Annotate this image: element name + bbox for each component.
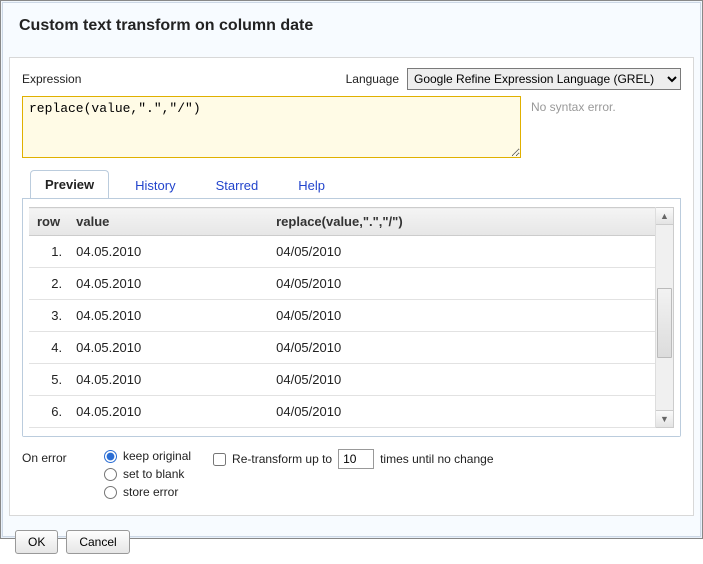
cell-result: 04/05/2010 [268,300,655,332]
table-row: 3. 04.05.2010 04/05/2010 [29,300,655,332]
tab-preview[interactable]: Preview [30,170,109,199]
cell-rownum: 6. [29,396,68,428]
cell-value: 04.05.2010 [68,364,268,396]
cell-rownum: 5. [29,364,68,396]
radio-store-error-text: store error [123,485,178,499]
cell-value: 04.05.2010 [68,396,268,428]
retransform-count-input[interactable] [338,449,374,469]
cell-value: 04.05.2010 [68,268,268,300]
radio-store-error-input[interactable] [104,486,117,499]
language-label: Language [346,72,399,86]
radio-keep-original[interactable]: keep original [104,449,191,463]
syntax-status: No syntax error. [531,96,681,158]
cell-value: 04.05.2010 [68,332,268,364]
cell-rownum: 4. [29,332,68,364]
scroll-down-icon[interactable]: ▼ [656,410,673,427]
col-value: value [68,208,268,236]
tab-history[interactable]: History [121,172,189,199]
dialog-title: Custom text transform on column date [3,3,700,57]
cell-value: 04.05.2010 [68,300,268,332]
radio-keep-original-input[interactable] [104,450,117,463]
transform-dialog: Custom text transform on column date Exp… [0,0,703,539]
ok-button[interactable]: OK [15,530,58,554]
col-result: replace(value,".","/") [268,208,655,236]
dialog-inner: Custom text transform on column date Exp… [2,2,701,537]
cell-result: 04/05/2010 [268,364,655,396]
dialog-buttons: OK Cancel [3,522,700,564]
scroll-thumb[interactable] [657,288,672,358]
cell-rownum: 3. [29,300,68,332]
cancel-button[interactable]: Cancel [66,530,129,554]
expression-label: Expression [22,72,81,86]
radio-set-to-blank-text: set to blank [123,467,184,481]
cell-result: 04/05/2010 [268,268,655,300]
table-row: 5. 04.05.2010 04/05/2010 [29,364,655,396]
cell-result: 04/05/2010 [268,236,655,268]
expression-input[interactable] [22,96,521,158]
on-error-label: On error [22,449,82,465]
col-row: row [29,208,68,236]
language-select[interactable]: Google Refine Expression Language (GREL) [407,68,681,90]
radio-store-error[interactable]: store error [104,485,191,499]
cell-value: 04.05.2010 [68,236,268,268]
cell-rownum: 2. [29,268,68,300]
tab-help[interactable]: Help [284,172,339,199]
on-error-radios: keep original set to blank store error [104,449,191,503]
dialog-body: Expression Language Google Refine Expres… [9,57,694,516]
tabs: Preview History Starred Help [22,170,681,198]
retransform-prefix: Re-transform up to [232,452,332,466]
table-row: 6. 04.05.2010 04/05/2010 [29,396,655,428]
scroll-up-icon[interactable]: ▲ [656,208,673,225]
radio-set-to-blank[interactable]: set to blank [104,467,191,481]
radio-keep-original-text: keep original [123,449,191,463]
cell-rownum: 1. [29,236,68,268]
preview-table: row value replace(value,".","/") 1. 04.0… [29,207,655,428]
table-row: 4. 04.05.2010 04/05/2010 [29,332,655,364]
retransform-group: Re-transform up to times until no change [213,449,493,469]
table-row: 2. 04.05.2010 04/05/2010 [29,268,655,300]
table-row: 1. 04.05.2010 04/05/2010 [29,236,655,268]
tab-starred[interactable]: Starred [202,172,273,199]
tab-content: row value replace(value,".","/") 1. 04.0… [22,198,681,437]
radio-set-to-blank-input[interactable] [104,468,117,481]
scrollbar[interactable]: ▲ ▼ [656,207,674,428]
cell-result: 04/05/2010 [268,332,655,364]
retransform-suffix: times until no change [380,452,493,466]
retransform-checkbox[interactable] [213,453,226,466]
cell-result: 04/05/2010 [268,396,655,428]
